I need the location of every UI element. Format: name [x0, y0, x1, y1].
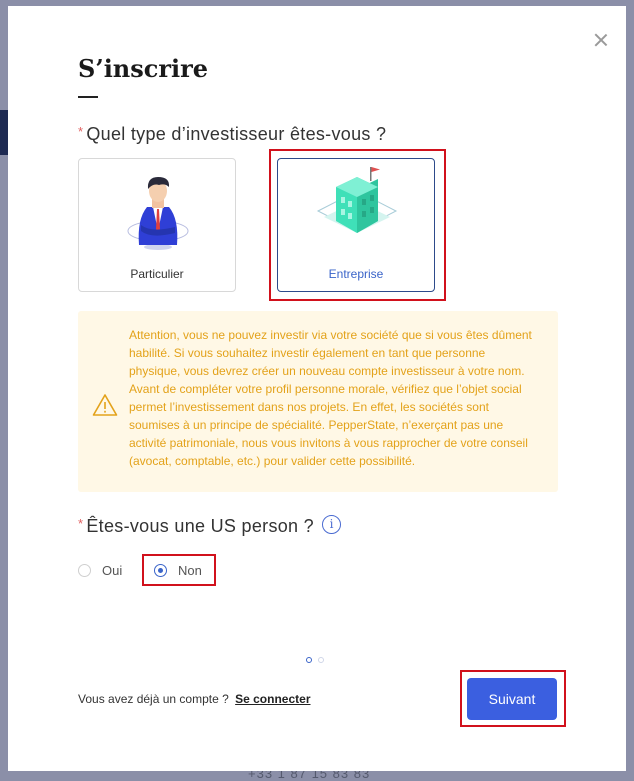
us-person-question: * Êtes-vous une US person ?	[78, 516, 314, 537]
investor-card-particulier[interactable]: Particulier	[78, 158, 236, 292]
next-button[interactable]: Suivant	[467, 678, 557, 720]
login-prompt: Vous avez déjà un compte ? Se connecter	[78, 692, 311, 706]
required-mark: *	[78, 124, 84, 139]
warning-triangle-icon	[92, 394, 118, 416]
modal-title: S’inscrire	[78, 54, 209, 83]
step-dot-active[interactable]	[306, 657, 312, 663]
investor-card-label: Entreprise	[328, 267, 384, 281]
warning-box: Attention, vous ne pouvez investir via v…	[78, 311, 558, 492]
investor-type-question-text: Quel type d’investisseur êtes-vous ?	[86, 124, 387, 144]
login-prompt-text: Vous avez déjà un compte ?	[78, 692, 229, 706]
radio-circle-checked	[154, 564, 167, 577]
radio-label: Non	[178, 563, 202, 578]
person-illustration	[127, 177, 189, 250]
investor-card-label: Particulier	[130, 267, 184, 281]
radio-circle	[78, 564, 91, 577]
required-mark: *	[78, 516, 84, 531]
step-pagination	[306, 657, 324, 663]
radio-non[interactable]: Non	[154, 563, 202, 578]
signup-modal: S’inscrire * Quel type d’investisseur ête…	[8, 6, 626, 771]
us-person-question-text: Êtes-vous une US person ?	[86, 516, 314, 536]
login-link[interactable]: Se connecter	[235, 692, 310, 706]
radio-label: Oui	[102, 563, 123, 578]
close-icon[interactable]	[594, 33, 608, 47]
background-nav-bar	[0, 110, 8, 155]
investor-type-question: * Quel type d’investisseur êtes-vous ?	[78, 124, 386, 145]
title-underline	[78, 96, 98, 98]
radio-oui[interactable]: Oui	[78, 563, 122, 578]
building-illustration	[316, 167, 398, 233]
info-icon[interactable]: i	[322, 515, 341, 534]
warning-text: Attention, vous ne pouvez investir via v…	[129, 328, 532, 468]
step-dot[interactable]	[318, 657, 324, 663]
investor-card-entreprise[interactable]: Entreprise	[277, 158, 435, 292]
